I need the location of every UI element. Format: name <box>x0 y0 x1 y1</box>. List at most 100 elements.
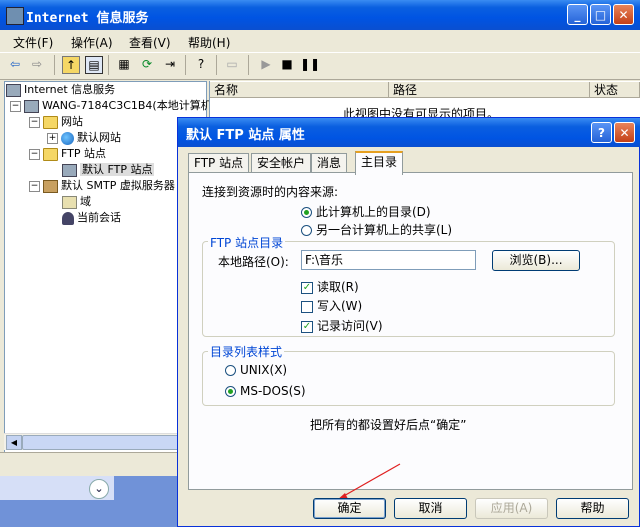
tree-item-websites[interactable]: − 网站 <box>29 114 83 130</box>
export-list-icon[interactable]: ⇥ <box>161 56 179 74</box>
iis-icon <box>6 83 21 97</box>
collapse-icon[interactable]: − <box>29 180 40 192</box>
toolbar-separator <box>185 55 186 75</box>
dialog-title: 默认 FTP 站点 属性 <box>186 128 305 143</box>
tree-item-ftp-sites[interactable]: − FTP 站点 <box>29 146 106 162</box>
dialog-help-button[interactable]: ? <box>591 122 612 143</box>
folder-icon <box>43 147 58 161</box>
scroll-thumb[interactable] <box>22 435 184 450</box>
pause-icon[interactable]: ❚❚ <box>300 56 320 74</box>
browse-button[interactable]: 浏览(B)... <box>492 250 580 271</box>
checkbox-label: 写入(W) <box>317 299 363 313</box>
menu-action[interactable]: 操作(A) <box>71 34 113 51</box>
tree-label: 默认 SMTP 虚拟服务器 <box>61 179 175 192</box>
tree-label: 域 <box>80 195 91 208</box>
maximize-button[interactable]: □ <box>590 4 611 25</box>
radio-this-computer[interactable]: 此计算机上的目录(D) <box>301 203 431 220</box>
tree-label: FTP 站点 <box>61 147 106 160</box>
globe-icon <box>61 131 74 145</box>
smtp-icon <box>43 179 58 193</box>
expand-icon[interactable]: + <box>47 132 58 144</box>
start-icon[interactable]: ▶ <box>257 56 275 74</box>
radio-icon[interactable] <box>301 225 312 236</box>
menu-view[interactable]: 查看(V) <box>129 34 171 51</box>
radio-msdos[interactable]: MS-DOS(S) <box>225 384 306 398</box>
minimize-button[interactable]: _ <box>567 4 588 25</box>
tree-label: WANG-7184C3C1B4(本地计算机 <box>42 99 212 112</box>
ftp-directory-group-title: FTP 站点目录 <box>208 234 286 251</box>
listing-style-group-title: 目录列表样式 <box>208 343 285 360</box>
help-button[interactable]: 帮助 <box>556 498 629 519</box>
up-folder-icon[interactable]: ↑ <box>62 56 80 74</box>
content-source-label: 连接到资源时的内容来源: <box>202 185 339 199</box>
computer-icon[interactable]: ▭ <box>223 56 241 74</box>
scroll-left-icon[interactable]: ◀ <box>6 435 22 450</box>
tab-ftp-site[interactable]: FTP 站点 <box>188 153 250 173</box>
checkbox-checked-icon[interactable]: ✓ <box>301 320 313 333</box>
write-checkbox[interactable]: 写入(W) <box>301 297 362 314</box>
tree-label: 默认 FTP 站点 <box>80 163 155 176</box>
log-access-checkbox[interactable]: ✓ 记录访问(V) <box>301 317 383 334</box>
refresh-icon[interactable]: ⟳ <box>138 56 156 74</box>
radio-selected-icon[interactable] <box>301 207 312 218</box>
radio-selected-icon[interactable] <box>225 386 236 397</box>
column-header-name[interactable]: 名称 <box>210 82 389 98</box>
tree-item-root[interactable]: Internet 信息服务 <box>6 82 115 98</box>
domain-icon <box>62 195 77 209</box>
collapse-icon[interactable]: − <box>10 100 21 112</box>
close-button[interactable]: ✕ <box>613 4 634 25</box>
chevron-down-icon[interactable]: ⌄ <box>89 479 109 499</box>
menu-help[interactable]: 帮助(H) <box>188 34 230 51</box>
radio-label: 此计算机上的目录(D) <box>316 205 431 219</box>
menu-file[interactable]: 文件(F) <box>13 34 53 51</box>
tab-security-accounts[interactable]: 安全帐户 <box>251 153 312 173</box>
tree-label: 默认网站 <box>77 131 121 144</box>
properties-icon[interactable]: ▦ <box>115 56 133 74</box>
tree-item-domains[interactable]: 域 <box>62 194 91 210</box>
cancel-button[interactable]: 取消 <box>394 498 467 519</box>
tree-label: 当前会话 <box>77 211 121 224</box>
dialog-close-button[interactable]: ✕ <box>614 122 635 143</box>
ftp-site-icon <box>62 163 77 177</box>
folder-icon <box>43 115 58 129</box>
tree-horizontal-scrollbar[interactable]: ◀ <box>4 433 206 450</box>
radio-unix[interactable]: UNIX(X) <box>225 363 287 377</box>
local-path-label: 本地路径(O): <box>218 255 289 269</box>
forward-arrow-icon[interactable]: ⇨ <box>28 56 46 74</box>
toolbar-separator <box>54 55 55 75</box>
radio-network-share[interactable]: 另一台计算机上的共享(L) <box>301 221 452 238</box>
column-header-path[interactable]: 路径 <box>389 82 590 98</box>
tree-label: Internet 信息服务 <box>24 83 116 96</box>
computer-icon <box>24 99 39 113</box>
tree-item-default-website[interactable]: + 默认网站 <box>47 130 121 146</box>
local-path-input[interactable]: F:\音乐 <box>301 250 476 270</box>
toolbar-separator <box>248 55 249 75</box>
radio-icon[interactable] <box>225 365 236 376</box>
back-arrow-icon[interactable]: ⇦ <box>6 56 24 74</box>
show-tree-icon[interactable]: ▤ <box>85 56 103 74</box>
instruction-note: 把所有的都设置好后点“确定” <box>310 418 467 432</box>
tree-item-default-ftp[interactable]: 默认 FTP 站点 <box>62 162 155 178</box>
tree-item-smtp[interactable]: − 默认 SMTP 虚拟服务器 <box>29 178 175 194</box>
tree-item-computer[interactable]: − WANG-7184C3C1B4(本地计算机 <box>10 98 212 114</box>
checkbox-label: 读取(R) <box>317 280 359 294</box>
collapse-icon[interactable]: − <box>29 116 40 128</box>
toolbar-separator <box>216 55 217 75</box>
read-checkbox[interactable]: ✓ 读取(R) <box>301 278 359 295</box>
tab-home-directory[interactable]: 主目录 <box>355 151 404 175</box>
main-window-title: Internet 信息服务 <box>26 11 149 26</box>
stop-icon[interactable]: ■ <box>278 56 296 74</box>
toolbar-separator <box>108 55 109 75</box>
tab-messages[interactable]: 消息 <box>311 153 348 173</box>
user-icon <box>62 211 74 225</box>
checkbox-checked-icon[interactable]: ✓ <box>301 281 313 294</box>
radio-label: 另一台计算机上的共享(L) <box>316 223 453 237</box>
apply-button[interactable]: 应用(A) <box>475 498 548 519</box>
collapse-icon[interactable]: − <box>29 148 40 160</box>
help-icon[interactable]: ? <box>192 56 210 74</box>
checkbox-icon[interactable] <box>301 300 313 313</box>
column-header-status[interactable]: 状态 <box>590 82 640 98</box>
radio-label: MS-DOS(S) <box>240 384 306 398</box>
ok-button[interactable]: 确定 <box>313 498 386 519</box>
tree-item-sessions[interactable]: 当前会话 <box>62 210 121 226</box>
